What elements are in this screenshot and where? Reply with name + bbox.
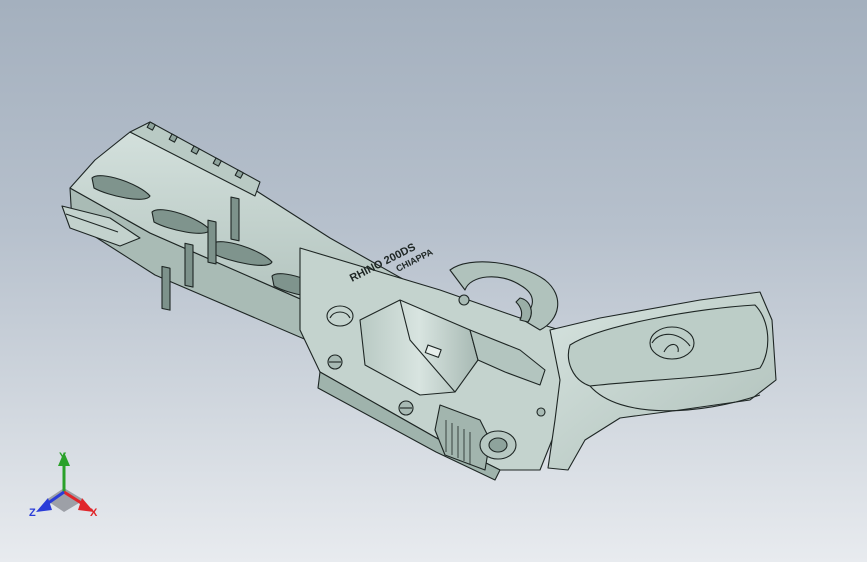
orientation-triad[interactable]: Y X Z (0, 0, 867, 562)
y-axis-label: Y (59, 451, 67, 463)
z-axis-label: Z (29, 507, 36, 519)
x-axis-label: X (90, 507, 98, 519)
cad-viewport[interactable]: RHINO 200DS CHIAPPA Y X Z (0, 0, 867, 562)
